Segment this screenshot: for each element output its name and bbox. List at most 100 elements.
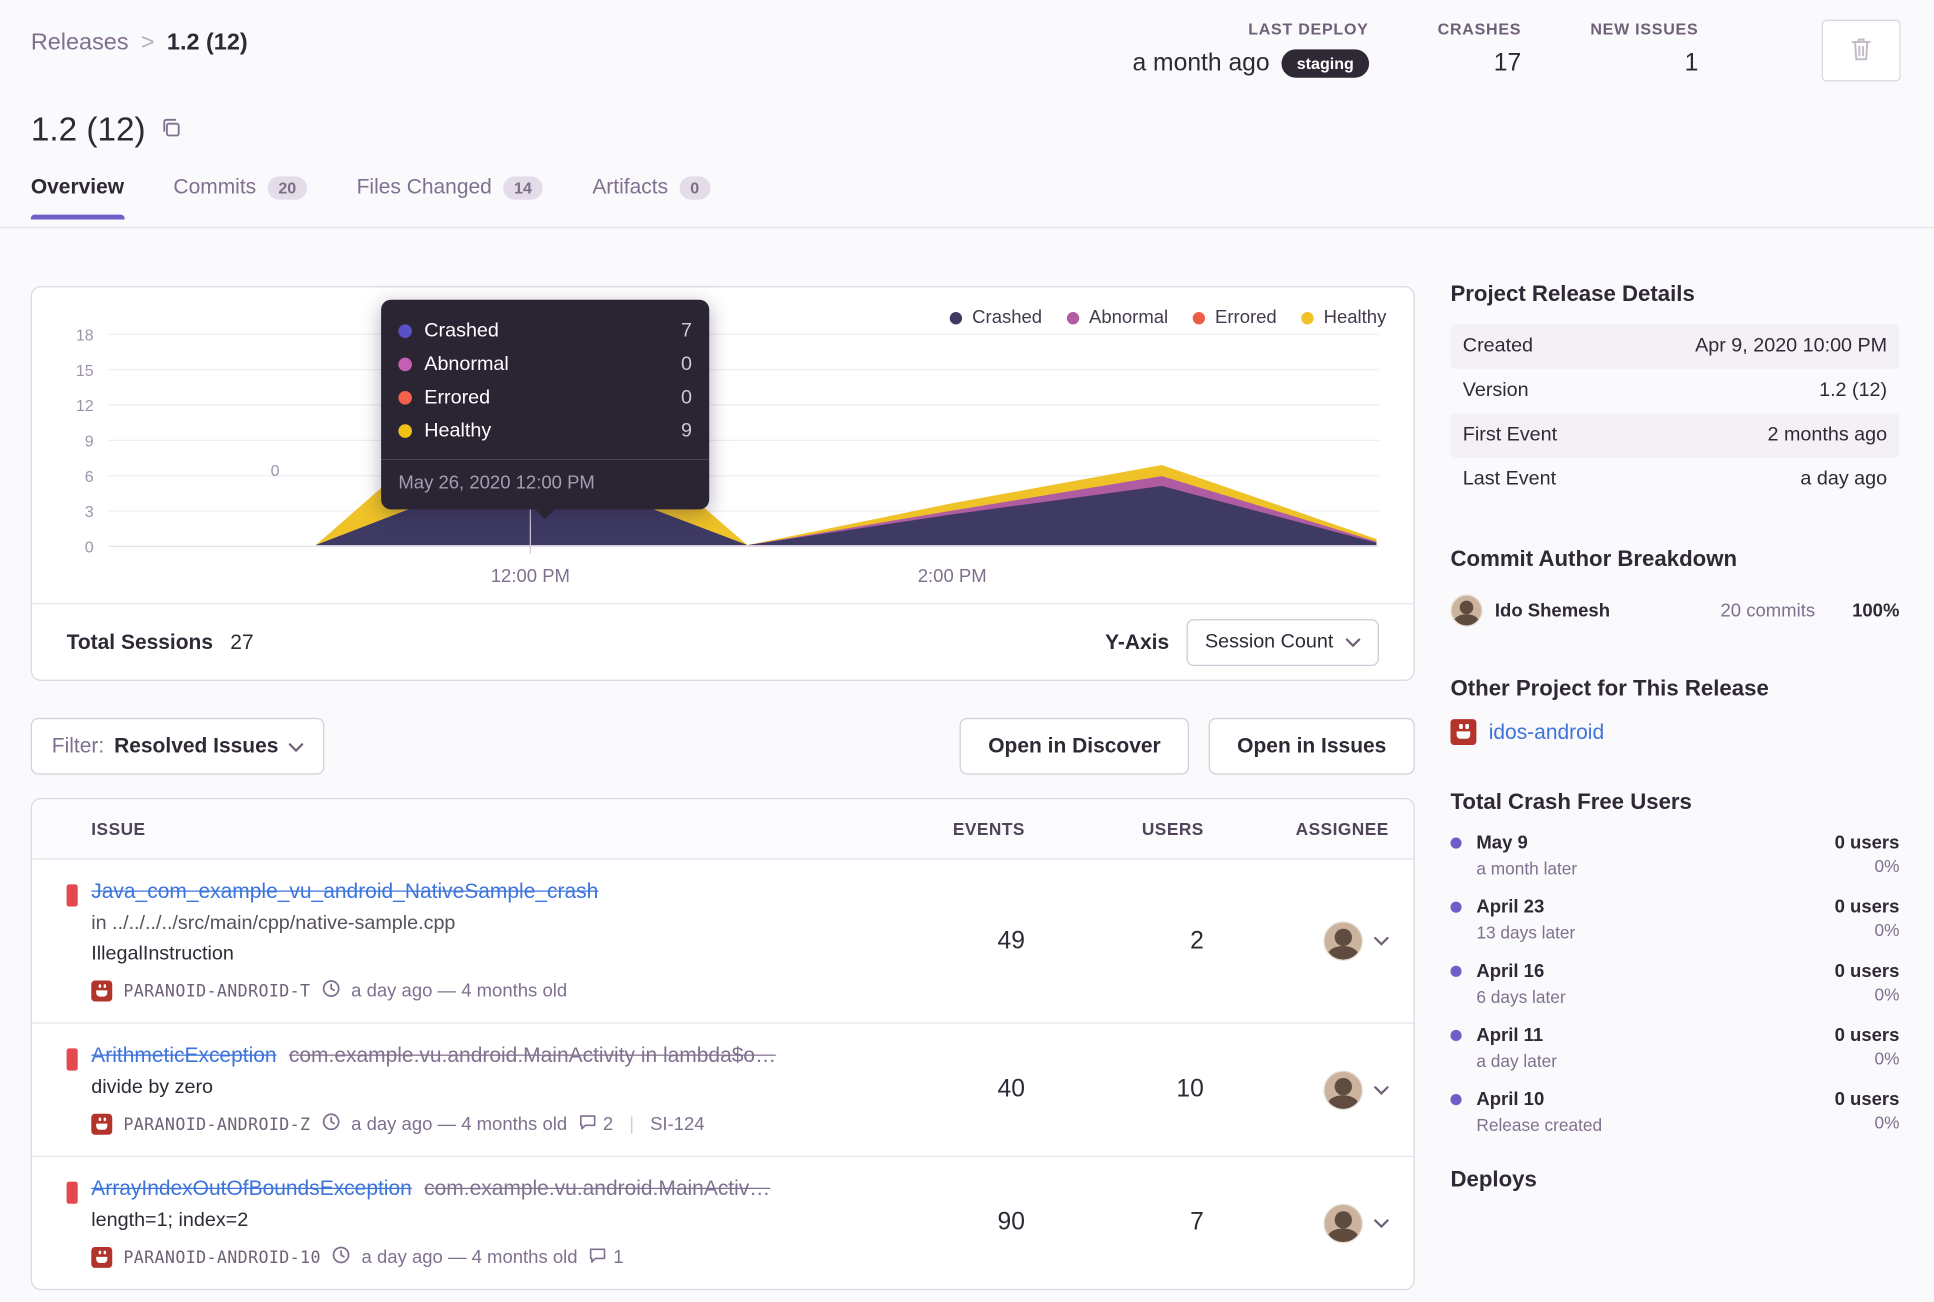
legend-abnormal[interactable]: Abnormal [1066, 307, 1169, 329]
legend-healthy[interactable]: Healthy [1301, 307, 1386, 328]
environment-badge: staging [1281, 49, 1369, 78]
issue-comments[interactable]: 2 [578, 1113, 613, 1135]
release-overview-page: Releases > 1.2 (12) LAST DEPLOY a month … [0, 0, 1934, 1302]
issue-comments-count: 2 [602, 1113, 614, 1135]
unhandled-marker-icon [66, 884, 78, 907]
tab-commits[interactable]: Commits 20 [173, 175, 308, 218]
chevron-down-icon [1374, 1079, 1389, 1101]
issue-culprit: com.example.vu.android.MainActiv… [424, 1176, 771, 1201]
chart-plot: 18 15 12 9 6 3 0 0 [76, 326, 1379, 557]
issue-summary: ArrayIndexOutOfBoundsException com.examp… [91, 1157, 840, 1289]
timeline-dot-icon [1450, 837, 1462, 849]
issue-comments[interactable]: 1 [589, 1246, 624, 1268]
legend-crashed[interactable]: Crashed [949, 307, 1042, 328]
svg-text:6: 6 [85, 468, 94, 486]
issue-title-link[interactable]: ArithmeticException [91, 1043, 276, 1068]
deploys-title: Deploys [1450, 1166, 1537, 1192]
other-project-row: idos-android [1450, 719, 1899, 745]
detail-label: Version [1462, 379, 1529, 401]
yaxis-select[interactable]: Session Count [1186, 618, 1379, 666]
crash-free-item: April 23 0 users 13 days later 0% [1450, 897, 1899, 942]
project-slug: PARANOID-ANDROID-10 [123, 1247, 321, 1268]
detail-row-last-event: Last Event a day ago [1450, 458, 1899, 502]
tab-artifacts[interactable]: Artifacts 0 [592, 175, 711, 218]
meta-divider: | [629, 1113, 635, 1135]
issue-title-link[interactable]: ArrayIndexOutOfBoundsException [91, 1177, 412, 1202]
sessions-chart[interactable]: Crashed Abnormal Errored Healthy 18 15 1… [32, 287, 1413, 603]
comment-icon [589, 1246, 608, 1268]
breadcrumb-releases[interactable]: Releases [31, 30, 129, 57]
assignee-dropdown[interactable] [1204, 1203, 1389, 1243]
crash-free-date: April 10 [1476, 1089, 1545, 1111]
open-in-issues-button[interactable]: Open in Issues [1208, 717, 1415, 775]
tab-divider [0, 226, 1934, 229]
assignee-avatar [1323, 1203, 1363, 1243]
open-in-discover-button[interactable]: Open in Discover [959, 717, 1190, 775]
tooltip-crashed-label: Crashed [424, 320, 499, 342]
issue-message: length=1; index=2 [91, 1209, 249, 1231]
issue-events-count: 40 [997, 1075, 1025, 1103]
commit-author-title: Commit Author Breakdown [1450, 546, 1738, 572]
copy-icon [160, 117, 181, 144]
crash-free-section: Total Crash Free Users May 9 0 users a mo… [1450, 789, 1900, 1135]
crash-free-sub: 6 days later [1476, 986, 1566, 1007]
issue-row: Java_com_example_vu_android_NativeSample… [32, 860, 1414, 1024]
legend-abnormal-label: Abnormal [1088, 307, 1169, 329]
other-project-link[interactable]: idos-android [1489, 720, 1604, 745]
tab-artifacts-label: Artifacts [592, 175, 669, 199]
tooltip-errored-value: 0 [680, 386, 692, 408]
crash-free-title: Total Crash Free Users [1450, 789, 1692, 815]
assignee-dropdown[interactable] [1204, 921, 1389, 961]
assignee-dropdown[interactable] [1204, 1069, 1389, 1110]
clock-icon [322, 979, 341, 1002]
timeline-dot-icon [1450, 1094, 1462, 1106]
issue-title-link[interactable]: Java_com_example_vu_android_NativeSample… [91, 879, 598, 904]
unhandled-marker-icon [66, 1048, 78, 1071]
legend-errored[interactable]: Errored [1192, 307, 1277, 328]
issue-events-count: 49 [997, 926, 1025, 955]
tab-files-changed[interactable]: Files Changed 14 [357, 175, 543, 218]
release-details-table: Created Apr 9, 2020 10:00 PM Version 1.2… [1450, 324, 1900, 502]
breadcrumb-separator: > [140, 29, 155, 56]
crash-free-percent: 0% [1874, 855, 1900, 876]
page-title: 1.2 (12) [30, 111, 146, 149]
tooltip-healthy-value: 9 [680, 419, 692, 441]
issue-users-count: 7 [1190, 1208, 1204, 1236]
crash-free-users: 0 users [1834, 1089, 1900, 1111]
delete-release-button[interactable] [1821, 19, 1901, 82]
timeline-dot-icon [1450, 965, 1462, 977]
crash-free-item: April 10 0 users Release created 0% [1450, 1089, 1899, 1135]
stat-crashes: CRASHES 17 [1438, 20, 1522, 78]
issues-table: ISSUE EVENTS USERS ASSIGNEE Java_com_exa… [30, 798, 1415, 1291]
tab-overview[interactable]: Overview [30, 175, 124, 220]
author-name: Ido Shemesh [1494, 600, 1611, 622]
tooltip-errored-dot-icon [398, 390, 412, 405]
tooltip-healthy-label: Healthy [424, 419, 492, 441]
crash-free-item: April 16 0 users 6 days later 0% [1450, 960, 1899, 1007]
yaxis-select-value: Session Count [1204, 630, 1334, 652]
issues-filter-dropdown[interactable]: Filter: Resolved Issues [30, 717, 325, 775]
detail-value: a day ago [1800, 468, 1888, 490]
tooltip-crashed-dot-icon [398, 324, 412, 338]
tooltip-caret [535, 509, 556, 520]
chevron-down-icon [288, 734, 303, 759]
stat-crashes-value: 17 [1493, 49, 1522, 77]
column-issue: ISSUE [91, 818, 146, 839]
detail-label: First Event [1462, 424, 1558, 446]
chevron-down-icon [1374, 930, 1389, 952]
column-users: USERS [1141, 818, 1204, 839]
stat-new-issues-label: NEW ISSUES [1590, 19, 1699, 39]
copy-version-button[interactable] [160, 117, 181, 144]
detail-row-version: Version 1.2 (12) [1450, 369, 1899, 413]
crash-free-date: April 16 [1476, 960, 1545, 982]
tooltip-timestamp: May 26, 2020 12:00 PM [381, 458, 710, 510]
stat-last-deploy-value: a month ago [1132, 49, 1270, 77]
crash-free-percent: 0% [1874, 1112, 1900, 1133]
tab-commits-count: 20 [267, 175, 308, 200]
timeline-dot-icon [1450, 901, 1462, 913]
issue-users-count: 2 [1190, 926, 1204, 955]
svg-text:18: 18 [76, 326, 94, 344]
tooltip-abnormal-value: 0 [680, 353, 692, 375]
project-slug: PARANOID-ANDROID-T [123, 981, 311, 1001]
chart-y-axis: 18 15 12 9 6 3 0 [76, 326, 94, 556]
